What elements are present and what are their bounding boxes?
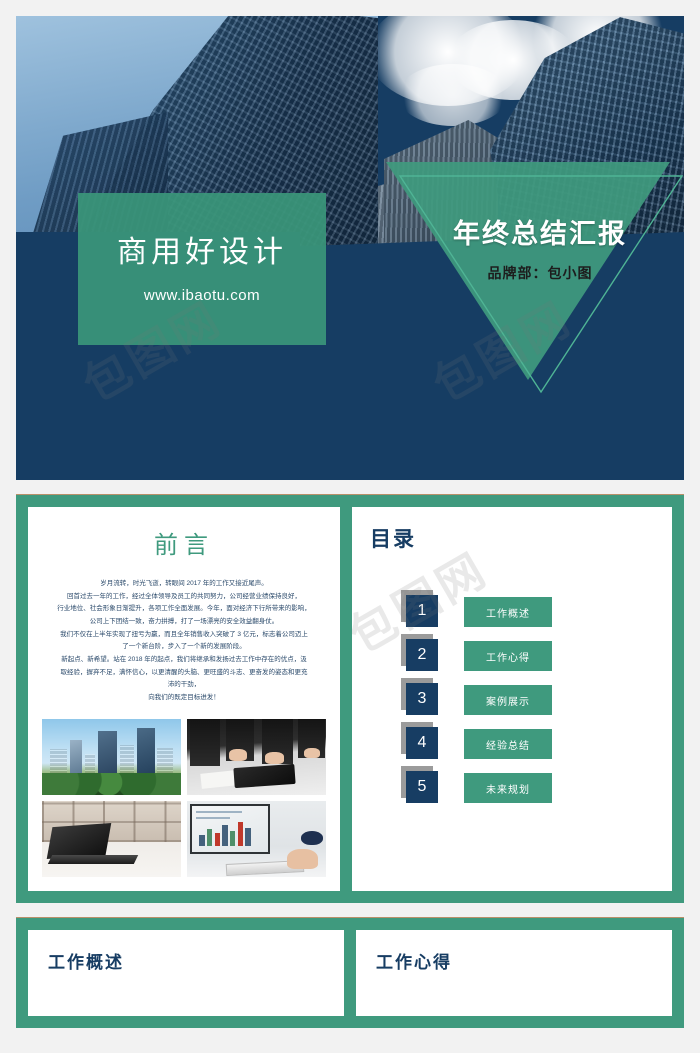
contents-heading: 目录 [370, 528, 416, 551]
cloud-shape [398, 64, 508, 126]
contents-number: 3 [406, 683, 438, 715]
report-subtitle: 品牌部：包小图 [487, 265, 593, 281]
contents-number-badge: 5 [401, 766, 440, 805]
section-heading: 工作概述 [48, 952, 124, 972]
contents-item[interactable]: 2 工作心得 [401, 634, 654, 673]
contents-number: 5 [406, 771, 438, 803]
laptop-desk-photo [42, 800, 181, 877]
city-skyline-photo [42, 718, 181, 795]
preface-image-grid [42, 718, 326, 877]
hero-title: 商用好设计 [117, 235, 287, 269]
preface-line: 回首过去一年的工作，经过全体领导及员工的共同努力，公司经营业绩保持良好， [67, 592, 301, 600]
preface-line: 行业地位、社会形象日渐提升，各项工作全面发展。今年，面对经济下行所带来的影响， [57, 605, 311, 613]
contents-item[interactable]: 5 未来规划 [401, 766, 654, 805]
contents-number: 2 [406, 639, 438, 671]
hero-slide: 商用好设计 www.ibaotu.com 年终总结汇报 品牌部：包小图 包图网 … [16, 16, 684, 480]
data-monitor-photo [187, 800, 326, 877]
template-preview-page: 商用好设计 www.ibaotu.com 年终总结汇报 品牌部：包小图 包图网 … [0, 0, 700, 1028]
contents-item-label[interactable]: 工作概述 [464, 597, 552, 627]
contents-item[interactable]: 3 案例展示 [401, 678, 654, 717]
contents-item[interactable]: 4 经验总结 [401, 722, 654, 761]
contents-item-label[interactable]: 工作心得 [464, 641, 552, 671]
contents-number-badge: 1 [401, 590, 440, 629]
preface-card: 前言 岁月流转，时光飞逝，转眼间 2017 年的工作又接近尾声。 回首过去一年的… [28, 507, 340, 891]
section-card-work-insights: 工作心得 [356, 929, 672, 1016]
contents-number: 4 [406, 727, 438, 759]
contents-number-badge: 3 [401, 678, 440, 717]
business-meeting-photo [187, 718, 326, 795]
preface-line: 新起点、新希望。站在 2018 年的起点，我们将继承和发扬过去工作中存在的优点，… [61, 656, 307, 664]
section-card-work-overview: 工作概述 [28, 929, 344, 1016]
preface-heading: 前言 [154, 532, 214, 559]
hero-report-title-group: 年终总结汇报 品牌部：包小图 [412, 212, 668, 283]
section-heading: 工作心得 [376, 952, 452, 972]
preface-body: 岁月流转，时光飞逝，转眼间 2017 年的工作又接近尾声。 回首过去一年的工作，… [42, 578, 326, 705]
preface-line: 了一个新台阶，步入了一个新的发展阶段。 [122, 643, 246, 651]
contents-number-badge: 4 [401, 722, 440, 761]
preface-line: 沛的干劲， [167, 681, 201, 689]
contents-item[interactable]: 1 工作概述 [401, 590, 654, 629]
contents-list: 1 工作概述 2 工作心得 3 案例展示 4 经验总结 5 未来规划 [370, 590, 654, 805]
contents-number-badge: 2 [401, 634, 440, 673]
hero-title-card: 商用好设计 www.ibaotu.com [78, 193, 326, 345]
preface-line: 取经验，摒弃不足，满怀信心，以更清醒的头脑、更旺盛的斗志、更奋发的姿态和更充 [60, 668, 308, 676]
contents-number: 1 [406, 595, 438, 627]
section-headers-band: 工作概述 工作心得 [16, 916, 684, 1028]
report-title: 年终总结汇报 [453, 219, 627, 249]
preface-line: 我们不仅在上半年实现了扭亏为赢，而且全年销售收入突破了 3 亿元，标志着公司迈上 [60, 630, 308, 638]
preface-line: 公司上下团结一致，奋力拼搏，打了一场漂亮的安全效益翻身仗。 [89, 618, 279, 626]
preface-line: 岁月流转，时光飞逝，转眼间 2017 年的工作又接近尾声。 [100, 580, 268, 587]
teal-triangle-outline-shape [396, 172, 684, 396]
preface-line: 向我们的既定目标进发！ [148, 694, 220, 702]
contents-item-label[interactable]: 案例展示 [464, 685, 552, 715]
contents-item-label[interactable]: 经验总结 [464, 729, 552, 759]
contents-card: 目录 1 工作概述 2 工作心得 3 案例展示 4 经验总结 5 未来规划 [352, 507, 672, 891]
preface-contents-band: 前言 岁月流转，时光飞逝，转眼间 2017 年的工作又接近尾声。 回首过去一年的… [16, 494, 684, 903]
contents-item-label[interactable]: 未来规划 [464, 773, 552, 803]
hero-website-url: www.ibaotu.com [143, 286, 261, 304]
